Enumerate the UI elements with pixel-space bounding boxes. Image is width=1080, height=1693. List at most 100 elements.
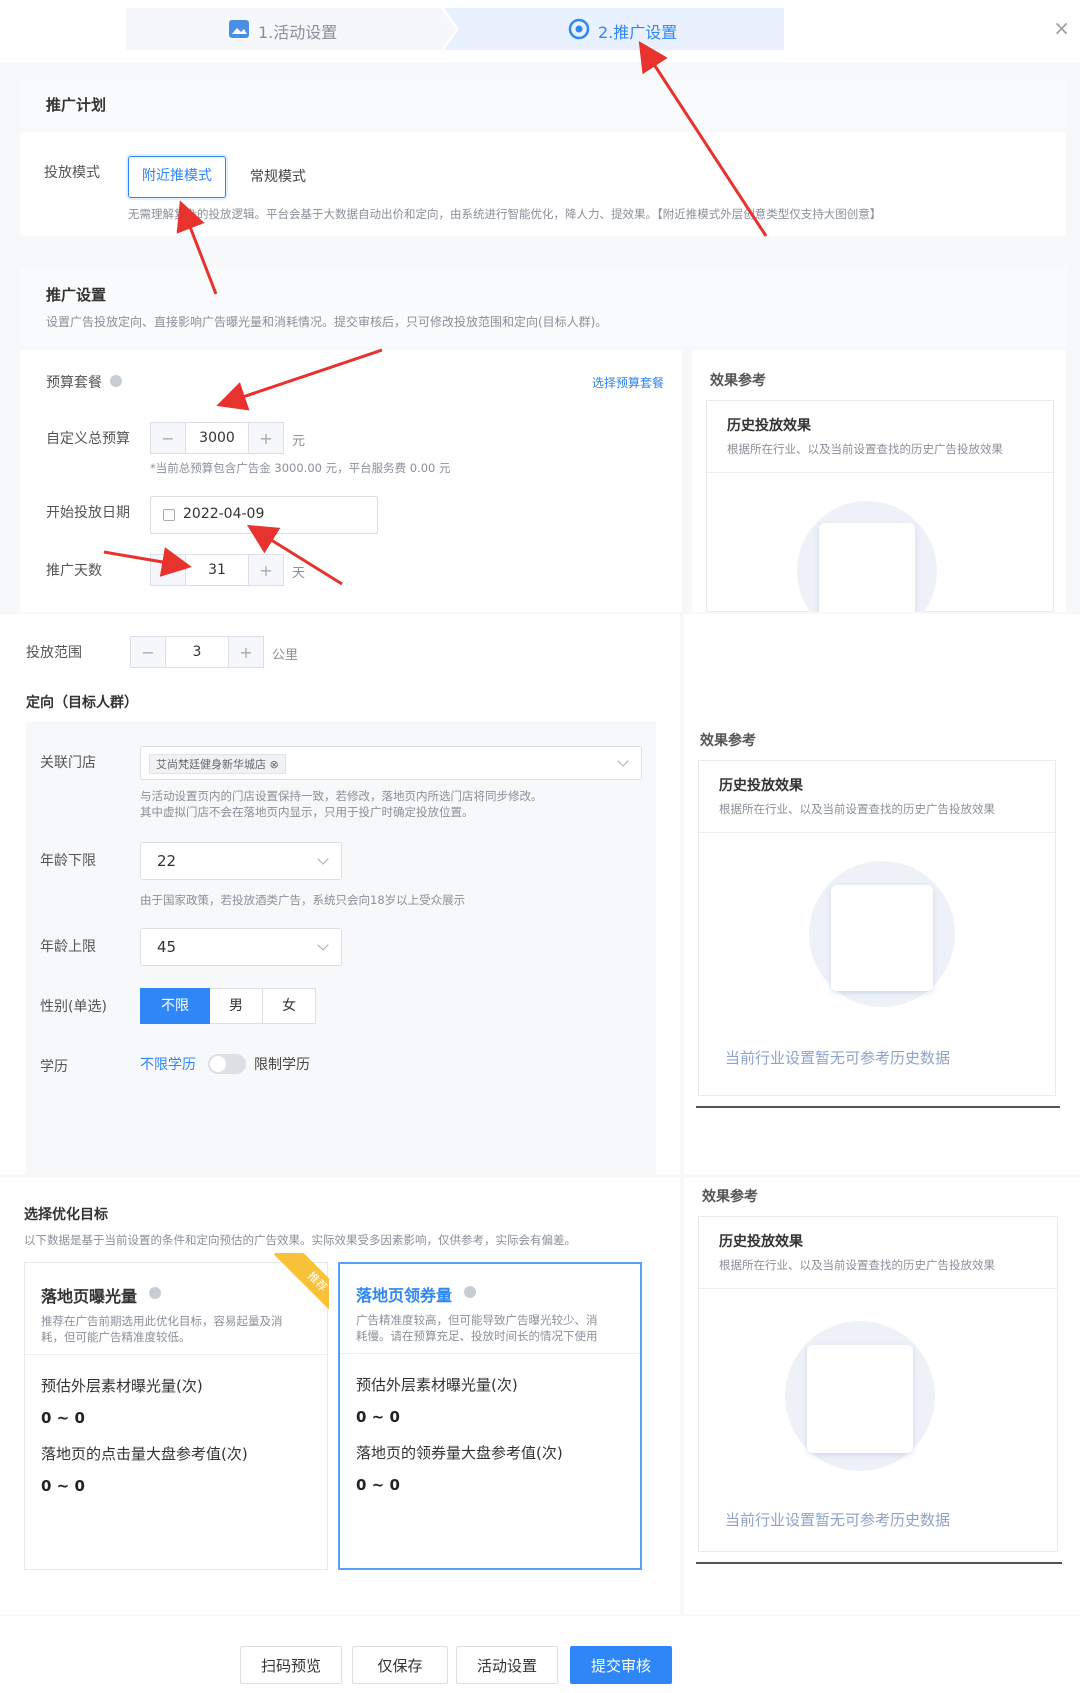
effect-title: 效果参考 (710, 373, 766, 389)
plan-header: 推广计划 (20, 80, 1066, 128)
help-icon (110, 375, 122, 387)
range-unit: 公里 (272, 648, 299, 663)
budget-note: *当前总预算包含广告金 3000.00 元，平台服务费 0.00 元 (150, 461, 451, 475)
divider (696, 1562, 1062, 1564)
chevron-down-icon (317, 853, 329, 865)
history-effect-card: 历史投放效果 根据所在行业、以及当前设置查找的历史广告投放效果 当前行业设置暂无… (698, 760, 1056, 1096)
select-budget-link[interactable]: 选择预算套餐 (592, 374, 664, 391)
plus-icon[interactable]: + (249, 423, 283, 453)
gender-any-button[interactable]: 不限 (140, 988, 210, 1024)
minus-icon[interactable]: − (151, 423, 185, 453)
history-desc: 根据所在行业、以及当前设置查找的历史广告投放效果 (727, 442, 1003, 456)
plan-title: 推广计划 (46, 96, 107, 114)
optimize-card-title: 落地页领券量 (356, 1286, 453, 1305)
effect-title: 效果参考 (702, 1189, 758, 1205)
submit-review-button[interactable]: 提交审核 (570, 1646, 672, 1684)
budget-label: 预算套餐 (46, 375, 102, 391)
store-hint-1: 与活动设置页内的门店设置保持一致，若修改，落地页内所选门店将同步修改。 (140, 789, 543, 803)
metric-1-label: 预估外层素材曝光量(次) (356, 1376, 518, 1394)
age-hint: 由于国家政策，若投放酒类广告，系统只会向18岁以上受众展示 (140, 893, 466, 907)
history-desc: 根据所在行业、以及当前设置查找的历史广告投放效果 (719, 1258, 995, 1272)
history-title: 历史投放效果 (727, 418, 811, 434)
age-min-select[interactable]: 22 (140, 842, 342, 880)
start-date-value: 2022-04-09 (183, 506, 265, 522)
days-label: 推广天数 (46, 563, 102, 579)
minus-icon[interactable]: − (131, 637, 165, 667)
days-unit: 天 (292, 566, 306, 581)
scan-preview-button[interactable]: 扫码预览 (240, 1646, 342, 1684)
edu-label: 学历 (40, 1059, 68, 1075)
budget-stepper[interactable]: − 3000 + (150, 422, 284, 454)
close-icon[interactable]: × (1053, 16, 1070, 40)
plus-icon[interactable]: + (249, 555, 283, 585)
store-label: 关联门店 (40, 755, 96, 771)
settings-desc: 设置广告投放定向、直接影响广告曝光量和消耗情况。提交审核后，只可修改投放范围和定… (46, 315, 608, 329)
range-value[interactable]: 3 (165, 637, 229, 667)
settings-header: 推广设置 设置广告投放定向、直接影响广告曝光量和消耗情况。提交审核后，只可修改投… (20, 268, 1066, 346)
plus-icon[interactable]: + (229, 637, 263, 667)
step-bar: 1.活动设置 2.推广设置 (126, 8, 784, 50)
budget-unit: 元 (292, 434, 306, 449)
store-hint-2: 其中虚拟门店不会在落地页内显示，只用于投广时确定投放位置。 (140, 805, 474, 819)
history-effect-card: 历史投放效果 根据所在行业、以及当前设置查找的历史广告投放效果 当前行业设置暂无… (698, 1216, 1058, 1552)
store-select[interactable]: 艾尚梵廷健身新华城店 ⊗ (140, 746, 642, 780)
range-stepper[interactable]: − 3 + (130, 636, 264, 668)
effect-panel-top: 效果参考 历史投放效果 根据所在行业、以及当前设置查找的历史广告投放效果 (692, 350, 1066, 641)
optimize-card-coupon[interactable]: 落地页领券量 广告精准度较高，但可能导致广告曝光较少、消 耗慢。请在预算充足、投… (338, 1262, 642, 1570)
history-title: 历史投放效果 (719, 778, 803, 794)
targeting-panel: 关联门店 艾尚梵廷健身新华城店 ⊗ 与活动设置页内的门店设置保持一致，若修改，落… (26, 722, 656, 1174)
custom-budget-label: 自定义总预算 (46, 431, 130, 447)
step-2-label: 2.推广设置 (598, 23, 678, 42)
effect-panel-bottom: 效果参考 历史投放效果 根据所在行业、以及当前设置查找的历史广告投放效果 当前行… (684, 1178, 1080, 1614)
edu-limited-label: 限制学历 (254, 1057, 310, 1073)
edu-unlimited-label: 不限学历 (140, 1057, 196, 1073)
optimize-card-desc-2: 耗，但可能广告精准度较低。 (41, 1330, 191, 1344)
calendar-icon (163, 509, 175, 521)
metric-1-value: 0 ~ 0 (41, 1409, 85, 1427)
effect-title: 效果参考 (700, 733, 756, 749)
optimize-desc: 以下数据是基于当前设置的条件和定向预估的广告效果。实际效果受多因素影响，仅供参考… (24, 1233, 576, 1247)
gender-segmented: 不限 男 女 (140, 988, 316, 1024)
age-min-value: 22 (157, 852, 177, 870)
optimize-card-desc-1: 广告精准度较高，但可能导致广告曝光较少、消 (356, 1313, 598, 1327)
optimize-card-exposure[interactable]: 落地页曝光量 推荐在广告前期选用此优化目标，容易起量及消 耗，但可能广告精准度较… (24, 1253, 329, 1570)
age-max-value: 45 (157, 938, 177, 956)
minus-icon[interactable]: − (151, 555, 185, 585)
chevron-down-icon (617, 755, 629, 767)
mode-hint: 无需理解复杂的投放逻辑。平台会基于大数据自动出价和定向，由系统进行智能优化，降人… (128, 207, 882, 221)
optimize-card-desc-1: 推荐在广告前期选用此优化目标，容易起量及消 (41, 1314, 283, 1328)
store-tag: 艾尚梵廷健身新华城店 ⊗ (149, 754, 286, 774)
start-date-label: 开始投放日期 (46, 505, 130, 521)
metric-2-label: 落地页的点击量大盘参考值(次) (41, 1445, 248, 1463)
days-stepper[interactable]: − 31 + (150, 554, 284, 586)
history-effect-card: 历史投放效果 根据所在行业、以及当前设置查找的历史广告投放效果 (706, 400, 1054, 641)
metric-1-value: 0 ~ 0 (356, 1408, 400, 1426)
optimize-card-desc-2: 耗慢。请在预算充足、投放时间长的情况下使用 (356, 1329, 598, 1343)
budget-value[interactable]: 3000 (185, 423, 249, 453)
range-label: 投放范围 (26, 645, 82, 661)
recommend-badge: 推荐 (257, 1253, 329, 1325)
optimize-card-title: 落地页曝光量 (41, 1287, 138, 1306)
start-date-picker[interactable]: 2022-04-09 (150, 496, 378, 534)
image-icon (229, 20, 249, 38)
days-value[interactable]: 31 (185, 555, 249, 585)
settings-form-top: 预算套餐 选择预算套餐 自定义总预算 − 3000 + 元 *当前总预算包含广告… (20, 350, 682, 612)
age-min-label: 年龄下限 (40, 853, 96, 869)
step-1-label: 1.活动设置 (258, 23, 338, 42)
gender-label: 性别(单选) (40, 999, 107, 1015)
targeting-section: 投放范围 − 3 + 公里 定向（目标人群） 关联门店 艾尚梵廷健身新华城店 ⊗… (0, 614, 680, 1174)
settings-title: 推广设置 (46, 286, 107, 304)
help-icon (464, 1286, 476, 1298)
gender-female-button[interactable]: 女 (263, 988, 316, 1024)
metric-2-value: 0 ~ 0 (356, 1476, 400, 1494)
age-max-select[interactable]: 45 (140, 928, 342, 966)
save-only-button[interactable]: 仅保存 (352, 1646, 448, 1684)
mode-regular-button[interactable]: 常规模式 (232, 156, 324, 198)
targeting-title: 定向（目标人群） (26, 695, 138, 711)
edu-toggle[interactable] (208, 1054, 246, 1074)
help-icon (149, 1287, 161, 1299)
activity-settings-button[interactable]: 活动设置 (456, 1646, 558, 1684)
gender-male-button[interactable]: 男 (210, 988, 263, 1024)
metric-2-label: 落地页的领券量大盘参考值(次) (356, 1444, 563, 1462)
mode-nearby-button[interactable]: 附近推模式 (128, 156, 226, 198)
